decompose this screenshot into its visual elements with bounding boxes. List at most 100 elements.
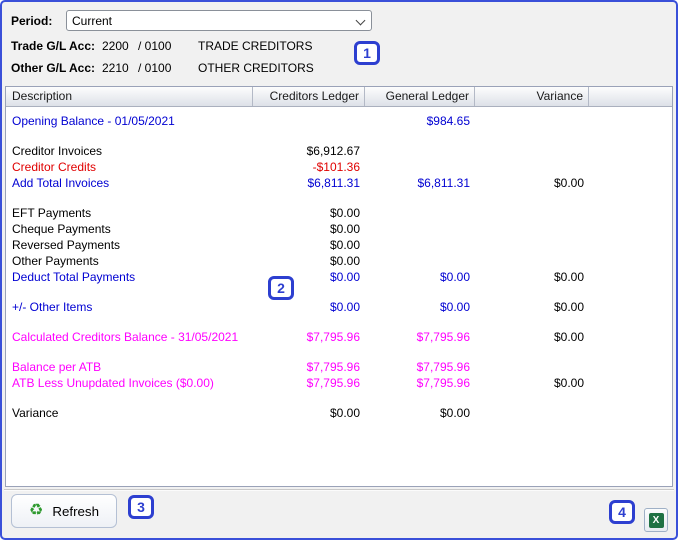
table-row-spacer [6,191,672,205]
general-ledger-value: $984.65 [426,114,470,128]
general-ledger-value: $0.00 [439,300,470,314]
creditors-ledger-value [253,113,365,129]
variance-value [475,221,589,237]
refresh-button[interactable]: ♻ Refresh [11,494,117,528]
table-row: Add Total Invoices $6,811.31 $6,811.31 $0.0… [6,175,672,191]
trade-gl-acc-code: 2200 [102,39,129,53]
row-description: Calculated Creditors Balance - 31/05/202… [12,330,239,344]
column-header-description: Description [6,87,253,106]
row-description: Add Total Invoices [12,176,110,190]
variance-value [475,237,589,253]
table-row: Deduct Total Payments $0.00 $0.00 $0.00 [6,269,672,285]
variance-value [475,405,589,421]
creditors-ledger-value: $7,795.96 [306,376,360,390]
general-ledger-value: $6,811.31 [417,176,471,190]
creditors-ledger-value: $6,811.31 [307,176,361,190]
table-row: EFT Payments $0.00 [6,205,672,221]
variance-value: $0.00 [553,300,584,314]
reconciliation-table: Description Creditors Ledger General Led… [5,86,673,487]
variance-value [475,159,589,175]
trade-gl-acc-label: Trade G/L Acc: [11,39,96,53]
table-row: Reversed Payments $0.00 [6,237,672,253]
variance-value [475,143,589,159]
table-row: Balance per ATB $7,795.96 $7,795.96 [6,359,672,375]
row-description: Deduct Total Payments [12,270,136,284]
annotation-badge-4: 4 [609,500,635,524]
annotation-badge-3: 3 [128,495,154,519]
general-ledger-value: $0.00 [439,270,470,284]
table-row: Calculated Creditors Balance - 31/05/202… [6,329,672,345]
table-row: Other Payments $0.00 [6,253,672,269]
row-description: +/- Other Items [12,300,93,314]
variance-value [475,359,589,375]
creditors-ledger-value: $0.00 [329,238,360,252]
row-description: Cheque Payments [12,222,111,236]
table-row: Creditor Invoices $6,912.67 [6,143,672,159]
creditors-ledger-value: $0.00 [329,222,360,236]
period-selected-value: Current [72,13,113,28]
variance-value [475,113,589,129]
creditors-reconciliation-window: Period: Current Trade G/L Acc: 2200 / 01… [0,0,678,540]
column-header-variance: Variance [475,87,589,106]
row-description: Opening Balance - 01/05/2021 [12,114,175,128]
column-header-general-ledger: General Ledger [365,87,475,106]
variance-value [475,205,589,221]
row-description: Creditor Invoices [12,144,103,158]
excel-export-icon: X [648,512,664,528]
row-description: Other Payments [12,254,99,268]
creditors-ledger-value: -$101.36 [312,160,360,174]
column-header-creditors-ledger: Creditors Ledger [253,87,365,106]
general-ledger-value: $0.00 [439,406,470,420]
table-row: Cheque Payments $0.00 [6,221,672,237]
table-row: +/- Other Items $0.00 $0.00 $0.00 [6,299,672,315]
creditors-ledger-value: $0.00 [329,300,360,314]
general-ledger-value: $7,795.96 [416,360,470,374]
general-ledger-value: $7,795.96 [416,330,470,344]
trade-gl-acc-name: TRADE CREDITORS [198,39,313,53]
table-header-row: Description Creditors Ledger General Led… [6,87,672,107]
trade-gl-acc-branch: / 0100 [138,39,172,53]
table-row-spacer [6,129,672,143]
variance-value [475,253,589,269]
general-ledger-value [365,205,475,221]
creditors-ledger-value: $0.00 [329,206,360,220]
row-description: EFT Payments [12,206,92,220]
table-row: Creditor Credits -$101.36 [6,159,672,175]
annotation-badge-2: 2 [268,276,294,300]
table-row: ATB Less Unupdated Invoices ($0.00) $7,79… [6,375,672,391]
annotation-badge-1: 1 [354,41,380,65]
variance-value: $0.00 [553,270,584,284]
period-select[interactable]: Current [66,10,372,31]
row-description: Reversed Payments [12,238,121,252]
period-label: Period: [11,14,53,28]
general-ledger-value: $7,795.96 [416,376,470,390]
table-row-spacer [6,345,672,359]
table-row-spacer [6,315,672,329]
general-ledger-value [365,221,475,237]
general-ledger-value [365,159,475,175]
row-description: Balance per ATB [12,360,102,374]
other-gl-acc-label: Other G/L Acc: [11,61,96,75]
refresh-button-label: Refresh [52,503,99,519]
export-to-excel-button[interactable]: X [644,508,668,532]
creditors-ledger-value: $0.00 [329,406,360,420]
table-body: Opening Balance - 01/05/2021 $984.65 Credi… [6,107,672,421]
creditors-ledger-value: $6,912.67 [306,144,360,158]
table-row-spacer [6,285,672,299]
other-gl-acc-branch: / 0100 [138,61,172,75]
general-ledger-value [365,253,475,269]
general-ledger-value [365,237,475,253]
variance-value: $0.00 [553,176,584,190]
general-ledger-value [365,143,475,159]
creditors-ledger-value: $7,795.96 [306,330,360,344]
creditors-ledger-value: $7,795.96 [306,360,360,374]
other-gl-acc-name: OTHER CREDITORS [198,61,314,75]
refresh-icon: ♻ [28,502,44,519]
row-description: Creditor Credits [12,160,97,174]
variance-value: $0.00 [553,330,584,344]
row-description: ATB Less Unupdated Invoices ($0.00) [12,376,214,390]
other-gl-acc-code: 2210 [102,61,129,75]
chevron-down-icon [355,15,366,26]
table-row-spacer [6,391,672,405]
table-row: Variance $0.00 $0.00 [6,405,672,421]
